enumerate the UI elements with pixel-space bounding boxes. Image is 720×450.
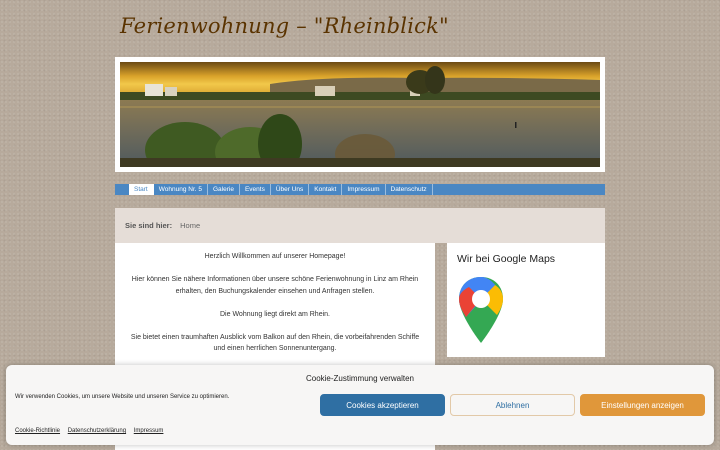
site-title[interactable]: Ferienwohnung – "Rheinblick" (120, 14, 449, 38)
welcome-text: Herzlich Willkommen auf unserer Homepage… (204, 253, 346, 260)
accept-cookies-button[interactable]: Cookies akzeptieren (320, 394, 445, 416)
nav-item-start[interactable]: Start (129, 184, 154, 195)
deny-cookies-button[interactable]: Ablehnen (450, 394, 575, 416)
nav-item-wohnung-nr-5[interactable]: Wohnung Nr. 5 (154, 184, 208, 195)
nav-item-impressum[interactable]: Impressum (342, 184, 386, 195)
google-maps-widget: Wir bei Google Maps (447, 243, 605, 357)
nav-item-ueber-uns[interactable]: Über Uns (271, 184, 310, 195)
breadcrumb: Sie sind hier: Home (115, 208, 605, 243)
cookie-title: Cookie-Zustimmung verwalten (305, 374, 415, 383)
sidebar-title: Wir bei Google Maps (457, 253, 556, 265)
nav-item-datenschutz[interactable]: Datenschutz (386, 184, 433, 195)
breadcrumb-current: Home (180, 221, 201, 230)
header-image-frame (115, 57, 605, 172)
privacy-policy-link[interactable]: Datenschutzerklärung (68, 428, 126, 434)
cookie-links: Cookie-Richtlinie Datenschutzerklärung I… (15, 428, 169, 434)
location-text: Die Wohnung liegt direkt am Rhein. (220, 310, 330, 318)
cookie-consent-banner: Cookie-Zustimmung verwalten Wir verwende… (6, 365, 714, 445)
view-text: Sie bietet einen traumhaften Ausblick vo… (130, 333, 420, 353)
nav-item-galerie[interactable]: Galerie (208, 184, 240, 195)
google-maps-pin-icon[interactable] (457, 275, 505, 345)
nav-item-kontakt[interactable]: Kontakt (309, 184, 343, 195)
cookie-policy-link[interactable]: Cookie-Richtlinie (15, 428, 60, 434)
breadcrumb-label: Sie sind hier: (125, 221, 173, 230)
imprint-link[interactable]: Impressum (134, 428, 164, 434)
intro-text: Hier können Sie nähere Informationen übe… (131, 276, 419, 295)
cookie-settings-button[interactable]: Einstellungen anzeigen (580, 394, 705, 416)
nav-item-events[interactable]: Events (240, 184, 271, 195)
main-navigation: Start Wohnung Nr. 5 Galerie Events Über … (115, 184, 605, 195)
header-rhine-sunset-image (120, 62, 600, 167)
cookie-message: Wir verwenden Cookies, um unsere Website… (15, 394, 230, 400)
